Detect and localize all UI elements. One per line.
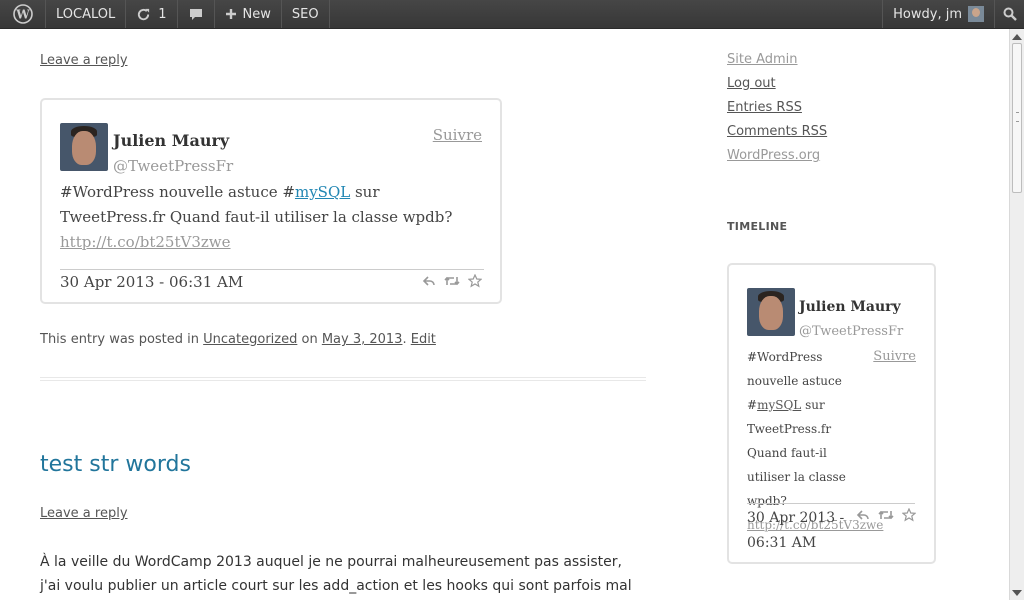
tweet-divider <box>747 503 915 504</box>
comments-menu[interactable] <box>178 0 215 28</box>
tweet-date[interactable]: 30 Apr 2013 - 06:31 AM <box>60 273 243 291</box>
post-body-text: À la veille du WordCamp 2013 auquel je n… <box>40 554 632 594</box>
list-item: Comments RSS <box>727 122 827 146</box>
new-label: New <box>242 6 271 22</box>
vertical-scrollbar[interactable] <box>1009 28 1024 600</box>
tweet-author-name[interactable]: Julien Maury <box>799 299 901 315</box>
list-item: Site Admin <box>727 50 827 74</box>
scroll-down-arrow-icon[interactable] <box>1012 590 1022 596</box>
tweet-divider <box>60 269 484 270</box>
updates-menu[interactable]: 1 <box>126 0 178 28</box>
list-item: WordPress.org <box>727 146 827 170</box>
svg-text:W: W <box>15 8 30 22</box>
entry-meta-text: This entry was posted in <box>40 332 204 347</box>
search-icon <box>1003 7 1017 21</box>
hashtag-link[interactable]: mySQL <box>295 183 350 201</box>
tweet-author-name[interactable]: Julien Maury <box>113 131 229 150</box>
tweet-text-part: sur TweetPress.fr Quand faut-il utiliser… <box>747 398 846 508</box>
tweet-text: #WordPress nouvelle astuce #mySQL sur Tw… <box>60 180 480 255</box>
comment-bubble-icon <box>188 7 204 22</box>
leave-reply-link[interactable]: Leave a reply <box>40 53 128 68</box>
refresh-icon <box>136 7 151 22</box>
entries-rss-link[interactable]: Entries RSS <box>727 100 802 115</box>
updates-count: 1 <box>158 6 167 22</box>
list-item: Entries RSS <box>727 98 827 122</box>
tweet-text-part: #WordPress nouvelle astuce # <box>60 183 295 201</box>
list-item: Log out <box>727 74 827 98</box>
seo-label: SEO <box>291 6 319 22</box>
scrollbar-thumb[interactable] <box>1012 43 1022 193</box>
comments-rss-link[interactable]: Comments RSS <box>727 124 827 139</box>
retweet-icon[interactable] <box>878 507 894 526</box>
tweet-author-avatar[interactable] <box>747 288 795 336</box>
tweet-actions <box>422 273 483 292</box>
scroll-up-arrow-icon[interactable] <box>1012 34 1022 40</box>
tweet-date[interactable]: 30 Apr 2013 - 06:31 AM <box>747 506 847 556</box>
favorite-star-icon[interactable] <box>467 273 483 292</box>
follow-button[interactable]: Suivre <box>873 349 916 364</box>
timeline-tweet: Julien Maury @TweetPressFr Suivre #WordP… <box>727 263 936 564</box>
favorite-star-icon[interactable] <box>901 507 917 526</box>
tweet-actions <box>856 507 917 526</box>
widget-title: TIMELINE <box>727 220 788 233</box>
wordpress-logo-icon[interactable]: W <box>0 0 46 28</box>
follow-button[interactable]: Suivre <box>433 126 482 144</box>
edit-link[interactable]: Edit <box>411 332 436 347</box>
leave-reply-link[interactable]: Leave a reply <box>40 506 128 521</box>
new-content-menu[interactable]: New <box>215 0 282 28</box>
log-out-link[interactable]: Log out <box>727 76 776 91</box>
category-link[interactable]: Uncategorized <box>203 332 297 347</box>
post-divider <box>40 377 646 381</box>
site-admin-link[interactable]: Site Admin <box>727 52 798 67</box>
seo-menu[interactable]: SEO <box>282 0 330 28</box>
retweet-icon[interactable] <box>444 273 460 292</box>
reply-icon[interactable] <box>856 507 870 526</box>
embedded-tweet: Julien Maury @TweetPressFr Suivre #WordP… <box>40 98 502 304</box>
meta-widget-list: Site Admin Log out Entries RSS Comments … <box>727 50 827 170</box>
wordpress-org-link[interactable]: WordPress.org <box>727 148 820 163</box>
site-name-label: LOCALOL <box>56 6 116 22</box>
entry-meta-text: on <box>297 332 322 347</box>
hashtag-link[interactable]: mySQL <box>757 398 801 412</box>
avatar <box>968 6 984 22</box>
tweet-author-handle[interactable]: @TweetPressFr <box>799 324 903 339</box>
entry-meta-text: . <box>402 332 411 347</box>
reply-icon[interactable] <box>422 273 436 292</box>
admin-bar: W LOCALOL 1 New SEO Howdy, jm <box>0 0 1024 29</box>
entry-meta: This entry was posted in Uncategorized o… <box>40 332 436 347</box>
howdy-label: Howdy, jm <box>893 6 962 22</box>
tweet-author-avatar[interactable] <box>60 123 108 171</box>
search-toggle[interactable] <box>994 0 1024 28</box>
plus-icon <box>225 8 237 20</box>
site-name-menu[interactable]: LOCALOL <box>46 0 127 28</box>
tweet-url-link[interactable]: http://t.co/bt25tV3zwe <box>60 233 231 251</box>
tweet-author-handle[interactable]: @TweetPressFr <box>113 157 233 175</box>
post-title[interactable]: test str words <box>40 452 191 477</box>
my-account-menu[interactable]: Howdy, jm <box>882 0 994 28</box>
post-date-link[interactable]: May 3, 2013 <box>322 332 403 347</box>
